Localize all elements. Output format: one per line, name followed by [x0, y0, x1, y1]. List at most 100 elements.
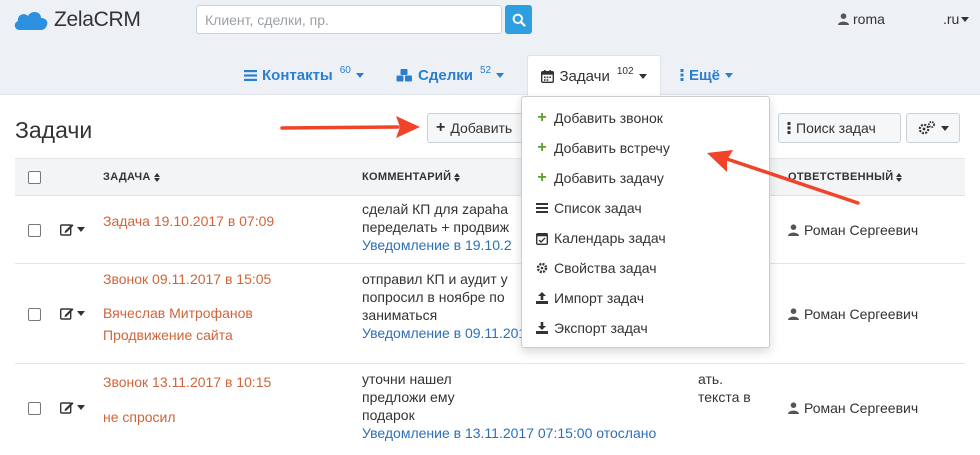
column-header-task[interactable]: ЗАДАЧА [103, 171, 160, 183]
comment-line: переделать + продвиж [362, 219, 510, 235]
page-title: Задачи [15, 117, 93, 143]
search-tasks-button[interactable]: Поиск задач [778, 113, 901, 143]
cubes-icon [396, 68, 412, 81]
table-row[interactable]: Звонок 09.11.2017 в 15:05 Вячеслав Митро… [15, 264, 965, 364]
responsible-user: Роман Сергеевич [788, 305, 918, 323]
user-name: roma [853, 11, 885, 27]
task-note[interactable]: не спросил [103, 408, 176, 426]
tab-deals-label: Сделки [418, 66, 473, 84]
menu-item-label: Добавить встречу [554, 140, 670, 156]
task-title[interactable]: Задача 19.10.2017 в 07:09 [103, 212, 274, 230]
task-title[interactable]: Звонок 09.11.2017 в 15:05 [103, 270, 271, 288]
edit-icon [60, 402, 74, 414]
menu-item-import-tasks[interactable]: Импорт задач [536, 290, 644, 306]
list-icon [536, 203, 548, 213]
responsible-user: Роман Сергеевич [788, 399, 918, 417]
search-button[interactable] [505, 5, 532, 34]
menu-item-task-list[interactable]: Список задач [536, 200, 642, 216]
comment-line: сделай КП для zapaha [362, 201, 509, 217]
tab-contacts[interactable]: Контакты 60 [244, 55, 364, 95]
menu-item-task-settings[interactable]: Свойства задач [536, 260, 657, 276]
plus-icon: + [436, 119, 446, 136]
user-menu[interactable]: roma [838, 11, 885, 27]
search-input[interactable] [196, 5, 502, 34]
download-icon [536, 322, 548, 334]
select-all-checkbox[interactable] [28, 171, 41, 184]
responsible-name: Роман Сергеевич [804, 222, 919, 238]
column-header-comment[interactable]: КОММЕНТАРИЙ [362, 171, 461, 183]
responsible-user: Роман Сергеевич [788, 221, 918, 239]
vertical-dots-icon [787, 122, 791, 134]
user-icon [838, 13, 849, 25]
upload-icon [536, 292, 548, 304]
responsible-name: Роман Сергеевич [804, 306, 919, 322]
column-header-task-label: ЗАДАЧА [103, 171, 151, 183]
user-icon [788, 308, 799, 320]
sort-icon [896, 172, 903, 182]
plus-icon: + [537, 139, 547, 156]
edit-icon [60, 224, 74, 236]
row-edit-menu[interactable] [60, 223, 85, 236]
menu-item-add-call[interactable]: + Добавить звонок [536, 109, 663, 127]
task-contact[interactable]: Вячеслав Митрофанов [103, 304, 253, 322]
task-comment: уточни нашел предложи ему подарок Уведом… [362, 370, 656, 442]
chevron-down-icon [355, 72, 364, 78]
menu-item-label: Экспорт задач [554, 320, 648, 336]
menu-item-label: Импорт задач [554, 290, 644, 306]
app-name: ZelaCRM [54, 8, 141, 31]
comment-line: подарок [362, 407, 415, 423]
tab-tasks[interactable]: Задачи 102 [527, 55, 661, 96]
chevron-down-icon [496, 72, 505, 78]
menu-item-add-task[interactable]: + Добавить задачу [536, 170, 664, 187]
menu-item-export-tasks[interactable]: Экспорт задач [536, 320, 648, 336]
list-icon [244, 69, 257, 81]
menu-item-label: Свойства задач [554, 260, 657, 276]
search-tasks-label: Поиск задач [796, 120, 876, 136]
calendar-check-icon [536, 232, 548, 245]
gear-icon [536, 262, 548, 274]
task-title[interactable]: Звонок 13.11.2017 в 10:15 [103, 373, 271, 391]
menu-item-task-calendar[interactable]: Календарь задач [536, 230, 666, 246]
vertical-dots-icon [680, 69, 684, 81]
notification-status: Уведомление в 19.10.2 [362, 237, 512, 253]
responsible-name: Роман Сергеевич [804, 400, 919, 416]
comment-overflow: ать. текста в [698, 370, 751, 406]
settings-button[interactable] [906, 113, 960, 143]
user-icon [788, 402, 799, 414]
add-button[interactable]: + Добавить [427, 113, 527, 143]
row-checkbox[interactable] [28, 308, 41, 321]
menu-item-label: Календарь задач [554, 230, 666, 246]
comment-line: ать. [698, 371, 724, 387]
tab-tasks-label: Задачи [559, 67, 610, 85]
menu-item-label: Добавить задачу [554, 170, 664, 186]
tab-more[interactable]: Ещё [680, 55, 734, 95]
app-logo[interactable]: ZelaCRM [12, 8, 141, 32]
row-checkbox[interactable] [28, 224, 41, 237]
tab-deals[interactable]: Сделки 52 [396, 55, 505, 95]
column-header-responsible-label: ОТВЕТСТВЕННЫЙ [788, 171, 894, 183]
task-deal[interactable]: Продвижение сайта [103, 326, 233, 344]
tab-more-label: Ещё [689, 66, 721, 84]
row-checkbox[interactable] [28, 402, 41, 415]
comment-line: предложи ему [362, 389, 455, 405]
sort-icon [153, 172, 160, 182]
row-edit-menu[interactable] [60, 307, 85, 320]
table-row[interactable]: Звонок 13.11.2017 в 10:15 не спросил уто… [15, 364, 965, 455]
row-edit-menu[interactable] [60, 401, 85, 414]
language-selector[interactable]: .ru [943, 11, 970, 27]
menu-item-label: Добавить звонок [554, 110, 663, 126]
chevron-down-icon [638, 73, 647, 79]
comment-line: уточни нашел [362, 371, 452, 387]
sort-icon [454, 172, 461, 182]
user-icon [788, 224, 799, 236]
column-header-responsible[interactable]: ОТВЕТСТВЕННЫЙ [788, 171, 903, 183]
menu-item-add-meeting[interactable]: + Добавить встречу [536, 139, 670, 157]
add-button-label: Добавить [450, 120, 513, 136]
table-row[interactable]: Задача 19.10.2017 в 07:09 сделай КП для … [15, 196, 965, 264]
plus-icon: + [537, 109, 547, 126]
tab-deals-count: 52 [479, 64, 492, 76]
gears-icon [918, 121, 935, 135]
tab-contacts-label: Контакты [262, 66, 333, 84]
tasks-dropdown-menu: + Добавить звонок + Добавить встречу + Д… [521, 96, 770, 348]
comment-line: текста в [698, 389, 751, 405]
